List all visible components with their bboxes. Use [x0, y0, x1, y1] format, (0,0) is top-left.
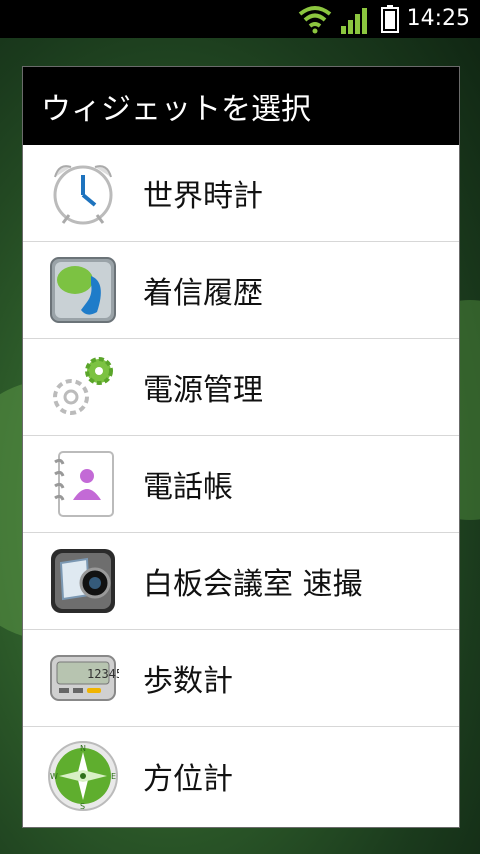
list-item-power-management[interactable]: 電源管理 [23, 339, 459, 436]
list-item-world-clock[interactable]: 世界時計 [23, 145, 459, 242]
signal-icon [341, 8, 367, 34]
list-item-label: 白板会議室 速撮 [143, 567, 363, 602]
list-item-call-history[interactable]: 着信履歴 [23, 242, 459, 339]
compass-icon: N S W E [48, 740, 118, 811]
svg-text:S: S [80, 802, 85, 811]
list-item-label: 着信履歴 [143, 276, 263, 311]
list-item-label: 方位計 [143, 761, 233, 797]
list-item-pedometer[interactable]: 12345 歩数計 [23, 630, 459, 727]
list-item-label: 電源管理 [143, 373, 263, 408]
pedometer-icon: 12345 [50, 655, 119, 701]
list-item-label: 世界時計 [143, 179, 263, 214]
contacts-icon [54, 451, 114, 517]
list-item-compass[interactable]: N S W E 方位計 [23, 727, 459, 824]
widget-select-dialog: ウィジェットを選択 世界時計 着信履歴 電源管理 電話帳 白板会議室 速撮 12… [22, 66, 460, 828]
list-item-label: 電話帳 [143, 470, 233, 505]
clock-text: 14:25 [406, 6, 470, 31]
list-item-whiteboard-camera[interactable]: 白板会議室 速撮 [23, 533, 459, 630]
svg-text:W: W [50, 772, 58, 781]
camera-icon [51, 549, 115, 613]
status-bar: 14:25 [0, 0, 480, 38]
svg-text:N: N [80, 744, 86, 753]
dialog-title: ウィジェットを選択 [23, 67, 459, 145]
wifi-icon [298, 6, 332, 34]
gear-icon [53, 357, 113, 415]
call-history-icon [50, 257, 116, 323]
alarm-clock-icon [53, 165, 113, 225]
svg-text:E: E [111, 772, 116, 781]
widget-list: 世界時計 着信履歴 電源管理 電話帳 白板会議室 速撮 1234 歩数計 N S… [23, 145, 459, 824]
battery-icon [381, 5, 399, 33]
list-item-label: 歩数計 [143, 664, 233, 699]
svg-text:12345: 12345 [87, 667, 119, 681]
list-item-phonebook[interactable]: 電話帳 [23, 436, 459, 533]
